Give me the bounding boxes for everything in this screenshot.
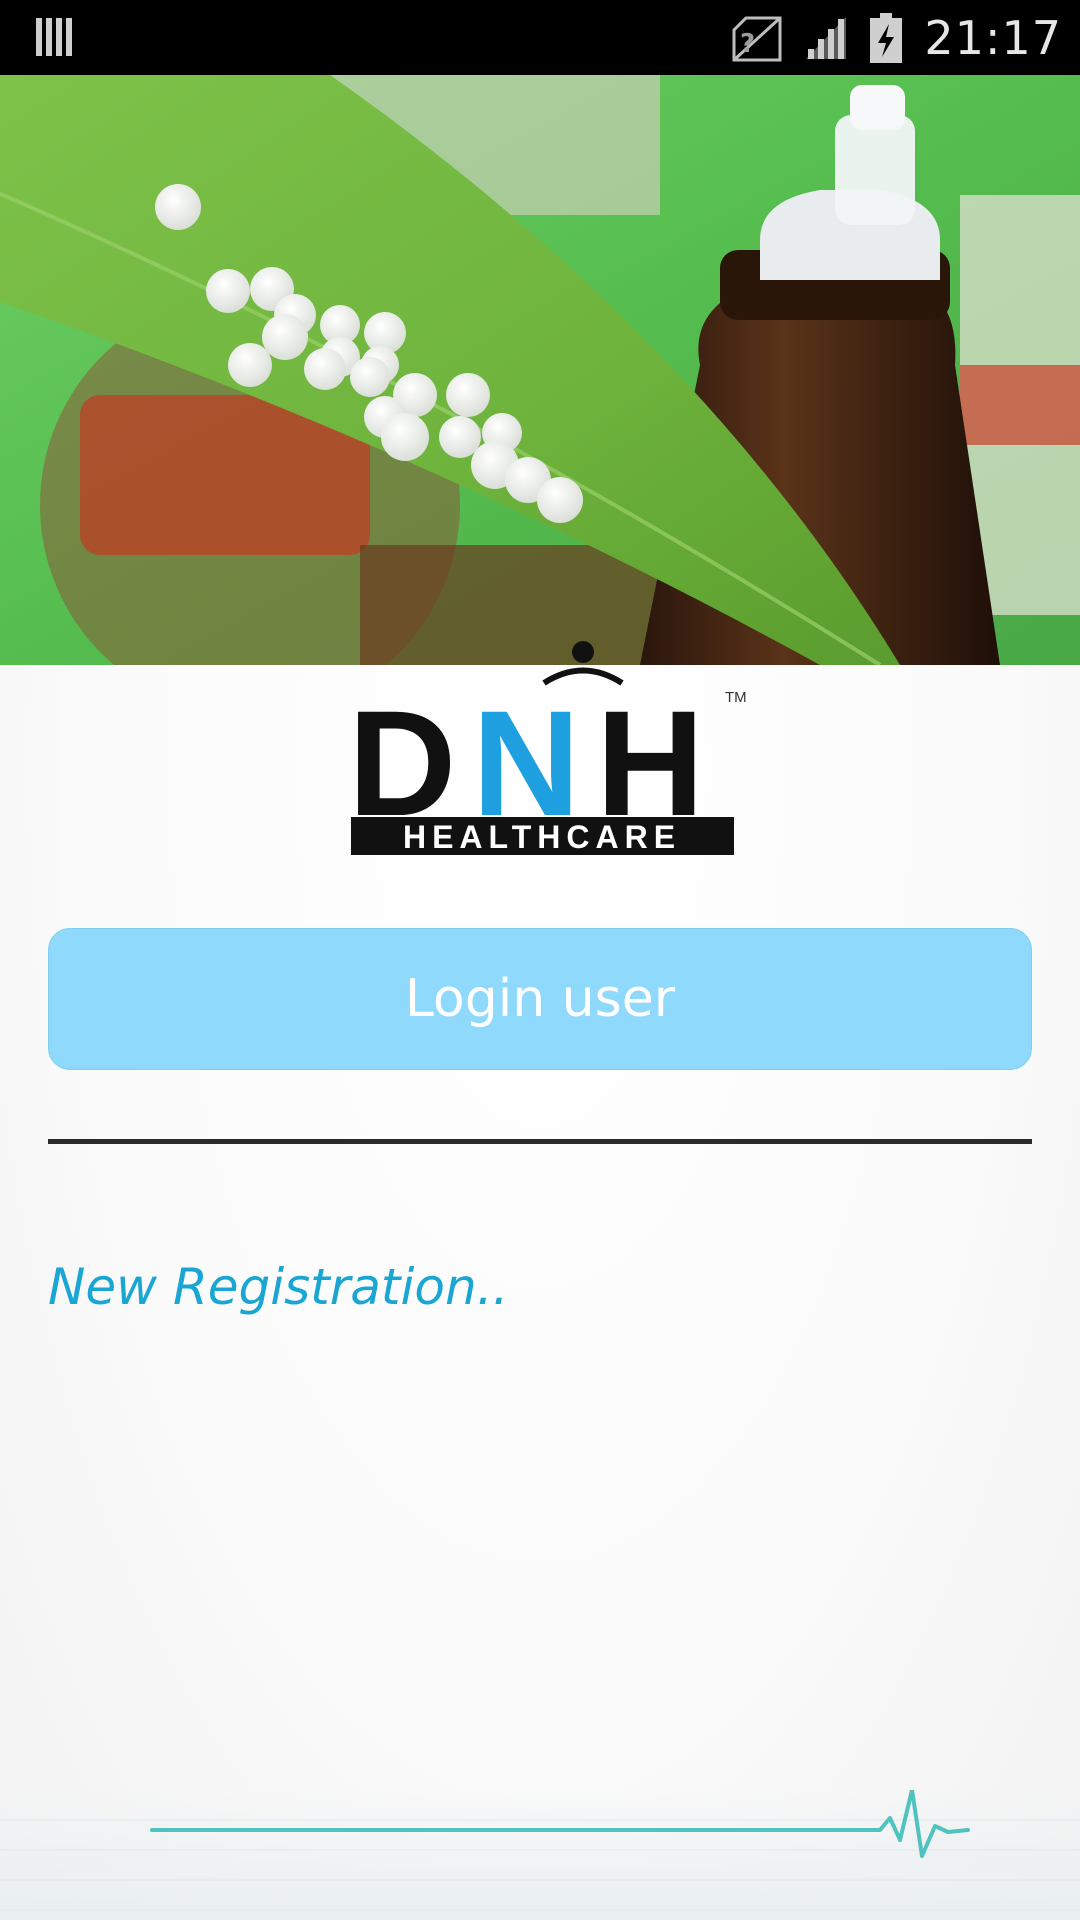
- battery-charging-icon: [870, 12, 903, 63]
- divider: [48, 1139, 1032, 1144]
- notification-icon: [36, 18, 72, 56]
- svg-text:?: ?: [740, 29, 755, 59]
- heartbeat-decoration: [0, 1790, 1080, 1920]
- logo-trademark: TM: [725, 689, 747, 706]
- dnh-healthcare-logo: D N H TM HEALTHCARE: [340, 640, 750, 860]
- login-screen: ? 21:17 D N H TM HEALTHCARE Login user N…: [0, 0, 1080, 1920]
- logo-subtitle: HEALTHCARE: [403, 819, 681, 855]
- login-user-label: Login user: [404, 969, 676, 1029]
- new-registration-link[interactable]: New Registration..: [48, 1258, 509, 1316]
- status-bar: ? 21:17: [0, 0, 1080, 75]
- no-sim-icon: ?: [732, 16, 782, 61]
- login-user-button[interactable]: Login user: [48, 928, 1032, 1070]
- heartbeat-line: [150, 1790, 970, 1858]
- status-clock: 21:17: [924, 10, 1062, 65]
- logo-person-head: [572, 641, 594, 663]
- signal-icon: [806, 16, 847, 59]
- hero-image: [0, 75, 1080, 665]
